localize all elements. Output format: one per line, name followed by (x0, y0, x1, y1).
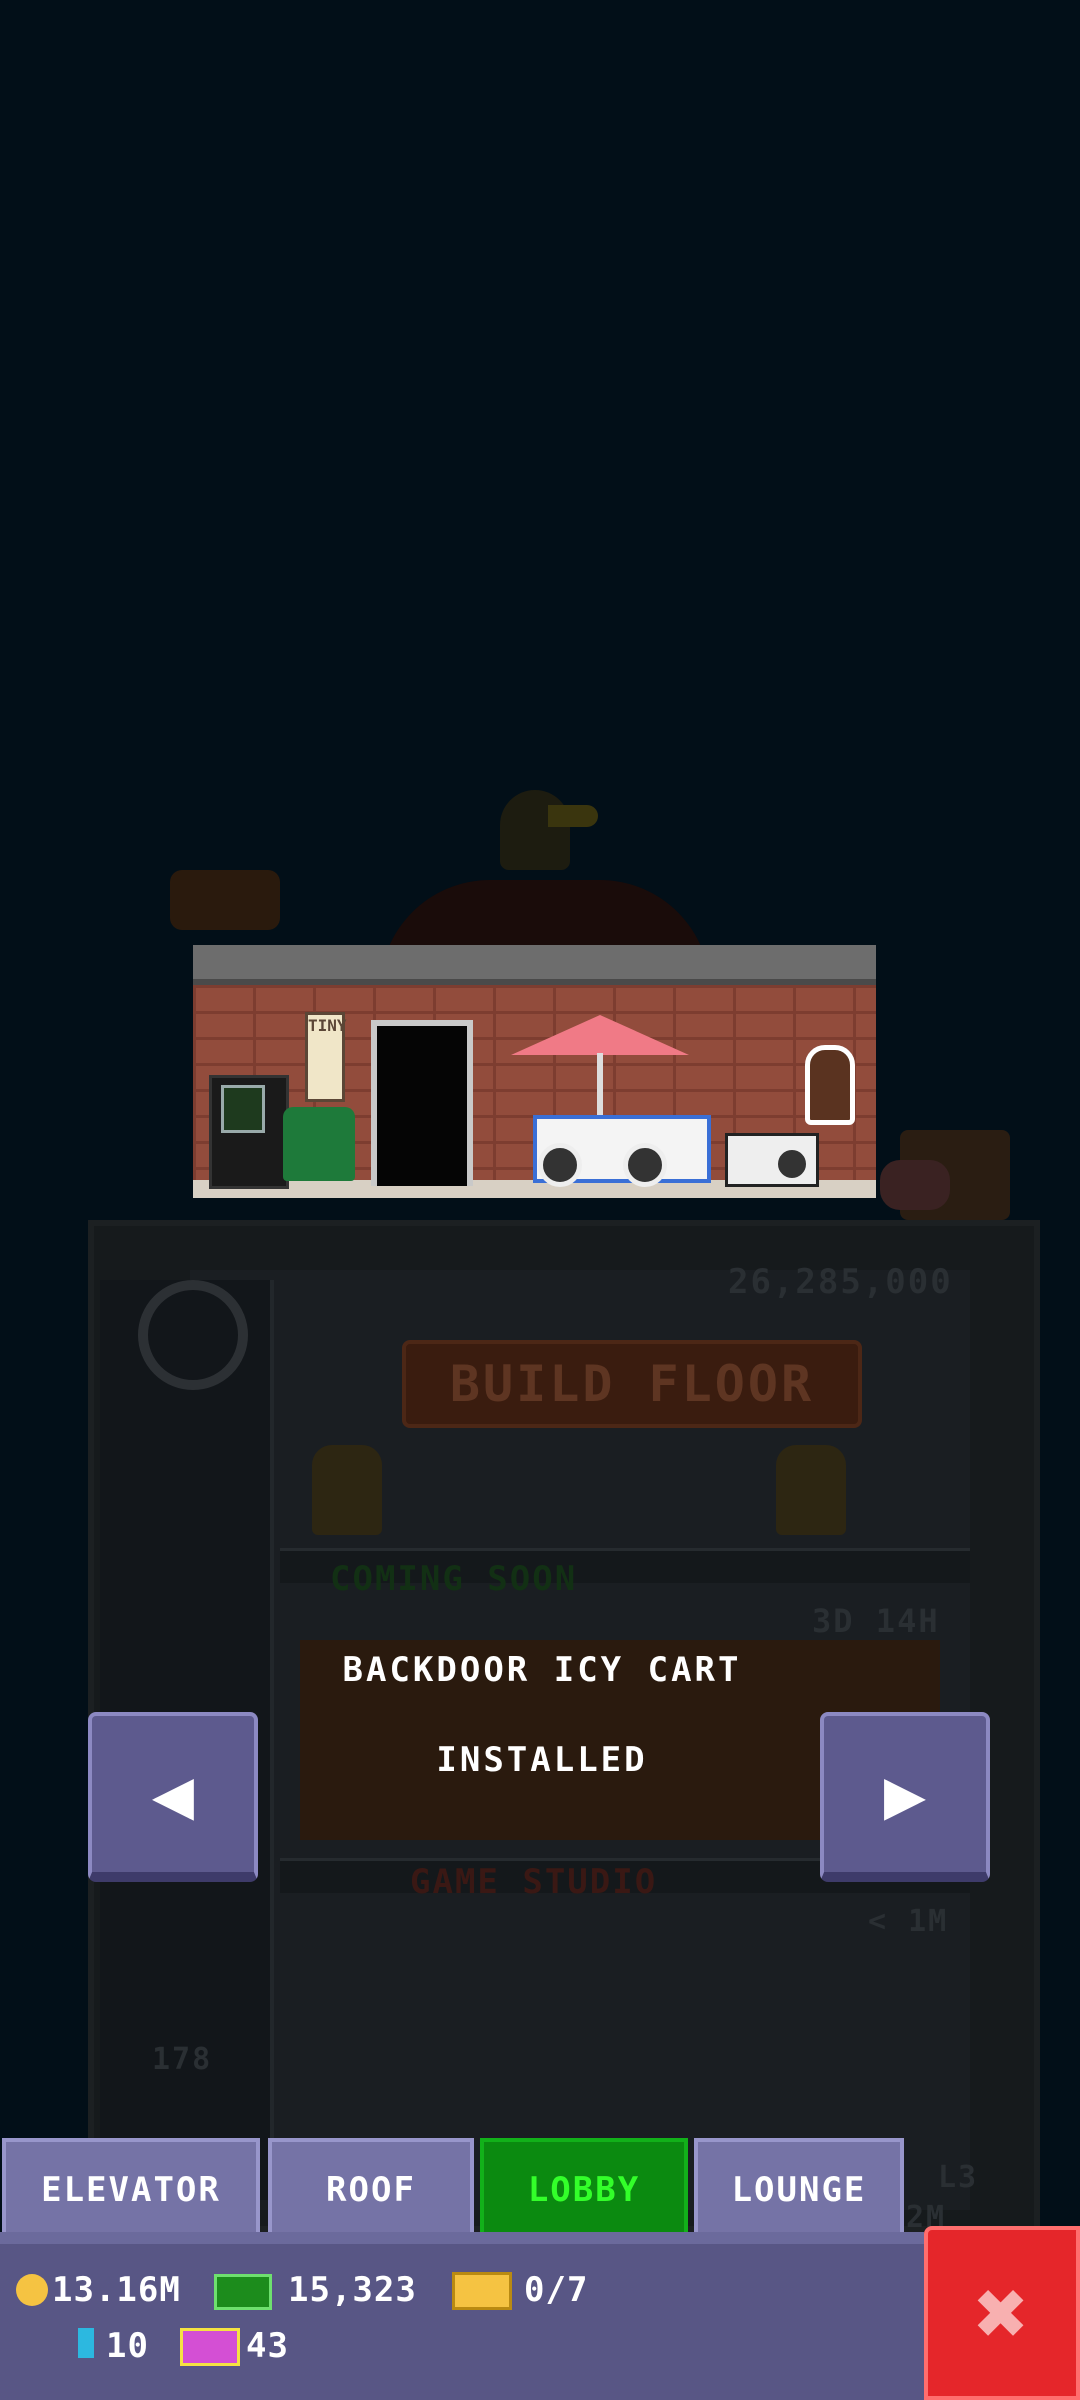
ticket-icon (452, 2272, 512, 2310)
roof-preview: TINY (193, 945, 876, 1198)
pig-icon (880, 1160, 950, 1210)
construction-worker (776, 1445, 846, 1535)
construction-worker (312, 1445, 382, 1535)
close-icon: ✖ (974, 2260, 1030, 2366)
floor-income: < 1M (868, 1904, 949, 1939)
ice-cream-sign-icon (805, 1045, 855, 1125)
coins-value: 13.16M (52, 2270, 181, 2310)
floor-number: 178 (152, 2042, 213, 2077)
close-button[interactable]: ✖ (924, 2226, 1080, 2400)
previous-button[interactable]: ◀ (88, 1712, 258, 1882)
bux-icon (214, 2274, 272, 2310)
next-button[interactable]: ▶ (820, 1712, 990, 1882)
floor-timer: 3D 14H (812, 1602, 940, 1640)
toucan-beak (548, 805, 598, 827)
tab-roof[interactable]: ROOF (268, 2138, 474, 2238)
build-floor-price: 26,285,000 (728, 1262, 953, 1302)
dog-icon (170, 870, 280, 930)
left-arrow-icon: ◀ (151, 1753, 195, 1835)
tiny-banner: TINY (305, 1012, 347, 1102)
vip-value: 43 (246, 2326, 289, 2366)
build-floor-sign: BUILD FLOOR (402, 1340, 862, 1428)
tabs-baseline (0, 2232, 924, 2244)
side-label: L3 (938, 2160, 979, 2195)
cart-wheel-icon (773, 1145, 811, 1183)
tickets-value: 0/7 (524, 2270, 589, 2310)
item-title: BACKDOOR ICY CART (342, 1650, 742, 1690)
install-status: INSTALLED (436, 1740, 648, 1780)
coin-icon (16, 2274, 48, 2306)
cart-wheel-icon (623, 1143, 667, 1187)
backdoor (371, 1020, 473, 1186)
toucan-icon (500, 790, 570, 870)
tab-elevator[interactable]: ELEVATOR (2, 2138, 260, 2238)
arcade-screen (221, 1085, 265, 1133)
roof-gutter (193, 945, 876, 985)
right-arrow-icon: ▶ (883, 1753, 927, 1835)
gem-icon (78, 2328, 94, 2358)
coming-soon-label: COMING SOON (330, 1559, 578, 1599)
bux-value: 15,323 (288, 2270, 417, 2310)
bush-icon (283, 1107, 355, 1181)
floor-name-label: GAME STUDIO (410, 1862, 658, 1902)
vip-icon (180, 2328, 240, 2366)
tab-lounge[interactable]: LOUNGE (694, 2138, 904, 2238)
gems-value: 10 (106, 2326, 149, 2366)
currency-bar (0, 2244, 924, 2400)
tiny-banner-text: TINY (308, 1016, 347, 1035)
tab-lobby[interactable]: LOBBY (480, 2138, 688, 2238)
elevator-wheel-icon (138, 1280, 248, 1390)
cart-wheel-icon (538, 1143, 582, 1187)
